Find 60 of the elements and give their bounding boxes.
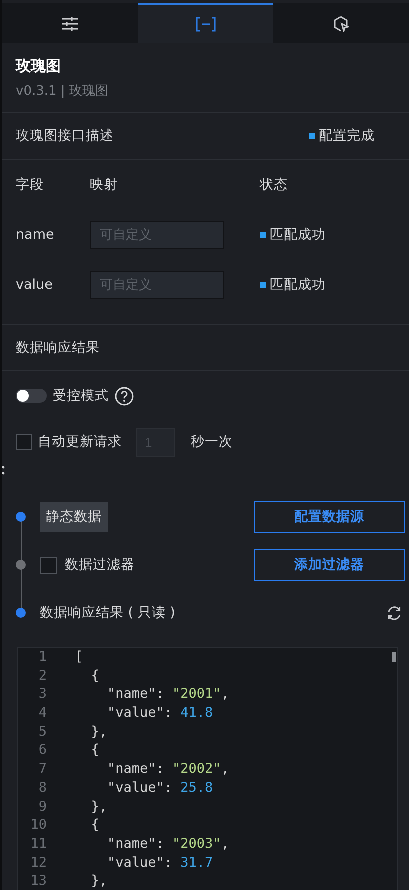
result-label: 数据响应结果 ( 只读 ) (40, 604, 176, 622)
checkbox[interactable] (16, 434, 32, 450)
code-line: }, (90, 798, 108, 816)
code-line: "name": "2001", (106, 685, 230, 704)
line-number: 8 (38, 778, 47, 798)
status-text: 配置完成 (319, 127, 375, 145)
line-number: 9 (38, 798, 47, 816)
column-header: 状态 (260, 176, 289, 194)
refresh-icon[interactable] (387, 606, 402, 620)
data-type-tag: 静态数据 (40, 502, 108, 532)
line-number: 12 (30, 854, 47, 872)
mapping-field[interactable]: 可自定义 (90, 221, 224, 249)
column-header: 映射 (90, 176, 119, 194)
field-name: name (16, 227, 56, 243)
checkbox[interactable] (40, 556, 57, 574)
interval-unit: 秒一次 (191, 433, 233, 451)
line-number: 5 (38, 722, 47, 742)
panel-tab[interactable] (138, 3, 274, 43)
mapping-field[interactable]: 可自定义 (90, 271, 224, 299)
line-number: 7 (38, 760, 47, 779)
line-number: 13 (30, 872, 47, 890)
code-line: "value": 25.8 (106, 778, 214, 798)
status-text: 匹配成功 (270, 226, 326, 244)
column-header: 字段 (16, 176, 45, 194)
brackets-icon (196, 16, 216, 32)
help-icon[interactable] (115, 386, 134, 406)
code-line: [ (75, 648, 84, 667)
checkbox-label: 自动更新请求 (38, 433, 122, 451)
line-number: 6 (38, 741, 47, 760)
line-number: 3 (38, 685, 47, 704)
code-line: "value": 41.8 (106, 704, 214, 723)
component-version: v0.3.1 | 玫瑰图 (16, 83, 110, 100)
code-line: "name": "2003", (106, 834, 230, 854)
cursor-icon (333, 16, 350, 32)
code-line: { (90, 741, 100, 760)
code-line: { (90, 816, 100, 835)
code-line: }, (90, 722, 108, 742)
code-line: { (90, 666, 100, 686)
component-title: 玫瑰图 (16, 57, 62, 76)
toggle-label: 受控模式 (53, 387, 109, 405)
sliders-icon (62, 17, 78, 31)
code-line: "name": "2002", (106, 760, 230, 779)
section-title: 数据响应结果 (16, 338, 100, 356)
line-number: 10 (30, 816, 47, 835)
drag-handle-icon[interactable] (2, 466, 5, 475)
code-editor[interactable]: 1 [ 2 { 3 "name": "2001", 4 "value": 41.8 5 }, 6 { 7 "name": "2002", 8 "value": 25.8 9 }, 10 { 11 "name": "2003", 12 "value": 31.7 13 }, (17, 647, 398, 890)
add-filter-button[interactable]: 添加过滤器 (254, 549, 405, 581)
toggle-switch[interactable] (16, 389, 47, 403)
line-number: 4 (38, 704, 47, 723)
line-number: 1 (38, 648, 47, 667)
filter-label: 数据过滤器 (65, 556, 135, 574)
line-number: 11 (30, 834, 47, 854)
code-line: "value": 31.7 (106, 854, 214, 872)
field-name: value (16, 277, 54, 293)
code-line: }, (90, 872, 108, 890)
configure-source-button[interactable]: 配置数据源 (254, 501, 405, 533)
section-title: 玫瑰图接口描述 (16, 127, 114, 145)
status-text: 匹配成功 (270, 276, 326, 294)
line-number: 2 (38, 666, 47, 686)
scrollbar-thumb[interactable] (392, 652, 396, 662)
